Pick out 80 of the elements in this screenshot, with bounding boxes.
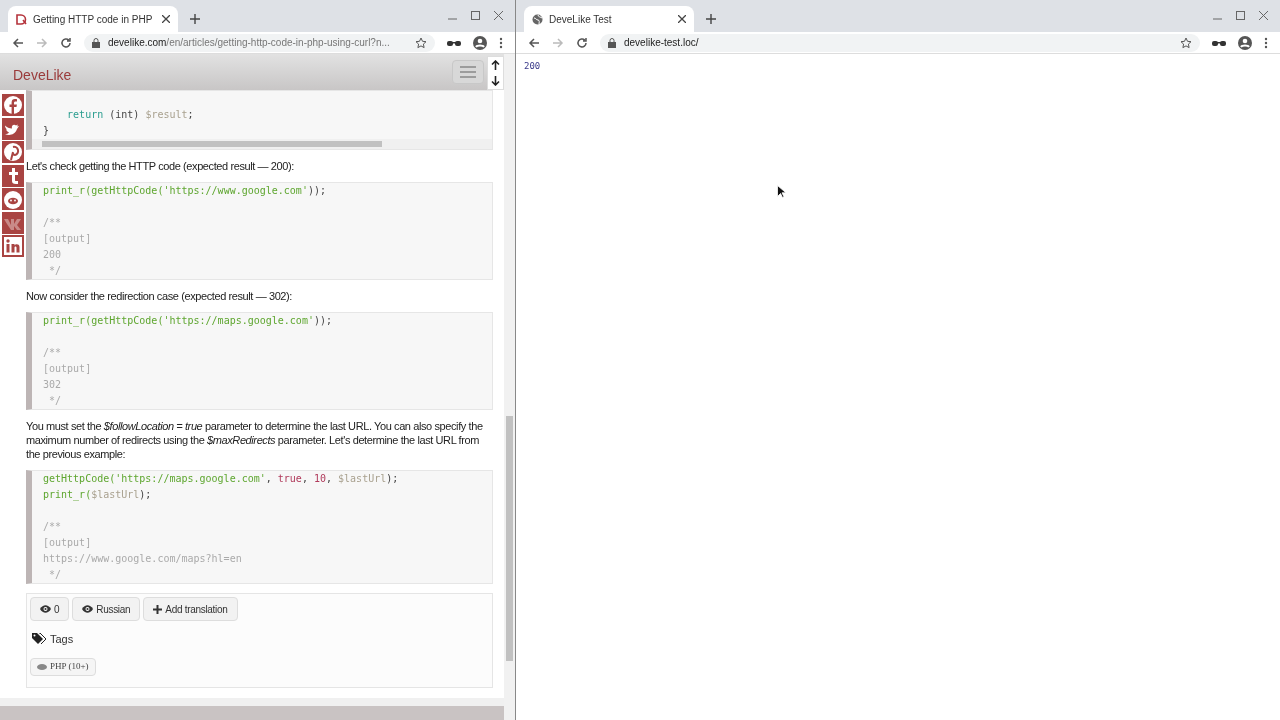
url-text: develike-test.loc/ [624,36,699,50]
close-tab-icon[interactable] [162,15,170,23]
scroll-arrows[interactable] [487,56,504,90]
close-tab-icon[interactable] [678,15,686,23]
code-line: */ [48,265,62,276]
maximize-icon[interactable] [471,11,480,20]
arrow-down-icon[interactable] [491,76,500,86]
menu-icon[interactable] [1264,36,1268,49]
menu-icon [460,66,476,78]
footer-button[interactable]: 0 [30,597,70,621]
tags-heading: Tags [50,632,74,647]
code-line: } [43,125,50,136]
menu-icon[interactable] [499,36,503,49]
back-icon[interactable] [528,36,540,49]
paragraph: You must set the $followLocation = true parameter to determine the last URL. You can also specify the maximum number of redirects using the $maxRedirects parameter. Let's determine the last URL from the previous example: [26,419,484,461]
close-window-icon[interactable] [494,11,503,20]
star-icon[interactable] [415,36,427,49]
paragraph: Now consider the redirection case (expected result — 302): [26,289,293,303]
code-line: return (int) $result; [66,109,194,120]
browser-tab[interactable]: DeveLike Test [524,6,694,32]
tab-title: Getting HTTP code in PHP [33,12,154,27]
pinterest-icon[interactable] [2,141,24,163]
code-line: https://www.google.com/maps?hl=en [43,553,242,564]
tag-chip[interactable]: PHP (10+) [30,657,96,676]
new-tab-icon[interactable] [190,14,200,24]
code-line: print_r(getHttpCode('https://maps.google.com')); [43,315,332,326]
scrollbar-thumb[interactable] [42,141,382,147]
address-bar[interactable]: develike-test.loc/ [600,33,1200,52]
php-icon [37,663,47,670]
footer-button[interactable]: Russian [72,597,141,621]
site-logo[interactable]: DeveLike [13,64,72,86]
incognito-icon[interactable] [447,38,461,47]
vk-icon[interactable] [2,211,24,234]
eye-icon [82,605,94,613]
menu-toggle-button[interactable] [452,60,484,84]
code-line: */ [48,569,62,580]
code-line: /** [43,521,62,532]
lock-icon [92,37,100,48]
code-line: /** [43,217,62,228]
horizontal-scrollbar[interactable] [32,139,492,149]
reload-icon[interactable] [60,36,72,49]
code-line: [output] [43,363,92,374]
arrow-up-icon[interactable] [491,60,500,70]
plus-icon [153,604,163,614]
url-text: develike.com/en/articles/getting-http-code-in-php-using-curl?n... [108,36,390,50]
code-line: 302 [43,379,62,390]
mouse-pointer-icon [777,185,786,198]
account-icon[interactable] [1238,35,1252,50]
browser-tab[interactable]: Getting HTTP code in PHP [8,6,178,32]
close-window-icon[interactable] [1259,11,1268,20]
globe-icon [532,13,543,25]
new-tab-icon[interactable] [706,14,716,24]
scrollbar-thumb[interactable] [506,416,513,661]
tumblr-icon[interactable] [2,164,24,187]
code-line: [output] [43,537,92,548]
code-line: print_r($lastUrl); [43,489,152,500]
page-output: 200 [524,60,542,73]
code-line: print_r(getHttpCode('https://www.google.com')); [43,185,326,196]
tab-title: DeveLike Test [549,12,613,27]
address-bar[interactable]: develike.com/en/articles/getting-http-code-in-php-using-curl?n... [84,33,435,52]
code-line: /** [43,347,62,358]
account-icon[interactable] [473,35,487,50]
code-line: 200 [43,249,62,260]
code-line: [output] [43,233,92,244]
incognito-icon[interactable] [1212,38,1226,47]
reload-icon[interactable] [576,36,588,49]
code-line: */ [48,395,62,406]
facebook-icon[interactable] [2,94,24,116]
star-icon[interactable] [1180,36,1192,49]
tags-icon [32,633,46,646]
site-favicon-icon [16,13,27,25]
lock-icon [608,37,616,48]
code-line: getHttpCode('https://maps.google.com', true, 10, $lastUrl); [43,473,399,484]
footer-button[interactable]: Add translation [143,597,238,621]
eye-icon [40,605,51,613]
linkedin-icon[interactable] [2,235,24,257]
back-icon[interactable] [12,36,24,49]
paragraph: Let's check getting the HTTP code (expected result — 200): [26,159,295,173]
bird-icon[interactable] [2,117,24,140]
maximize-icon[interactable] [1236,11,1245,20]
